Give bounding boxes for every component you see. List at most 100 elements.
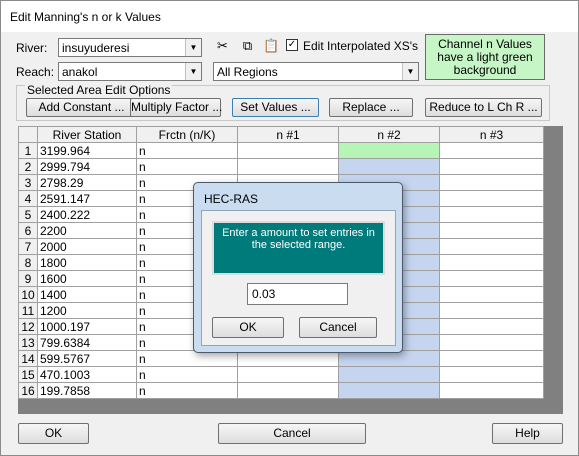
river-select[interactable]: insuyuderesi ▼ <box>58 38 202 57</box>
row-number[interactable]: 12 <box>18 318 38 335</box>
n3-cell[interactable] <box>439 318 544 335</box>
area-edit-group-title: Selected Area Edit Options <box>25 83 173 97</box>
river-station-cell[interactable]: 1600 <box>37 270 137 287</box>
amount-input[interactable] <box>247 283 348 305</box>
paste-icon[interactable]: 📋 <box>262 36 281 55</box>
dialog-title: HEC-RAS <box>204 192 259 206</box>
n1-cell[interactable] <box>237 142 339 159</box>
frctn-cell[interactable]: n <box>136 382 238 399</box>
edit-interpolated-label: Edit Interpolated XS's <box>303 39 419 53</box>
row-number[interactable]: 15 <box>18 366 38 383</box>
n3-cell[interactable] <box>439 222 544 239</box>
dialog-message: Enter a amount to set entries in the sel… <box>212 221 385 275</box>
dialog-cancel-button[interactable]: Cancel <box>299 317 377 338</box>
chevron-down-icon: ▼ <box>185 63 201 80</box>
river-station-cell[interactable]: 2999.794 <box>37 158 137 175</box>
n3-cell[interactable] <box>439 142 544 159</box>
n2-cell[interactable] <box>338 158 440 175</box>
row-number[interactable]: 9 <box>18 270 38 287</box>
chevron-down-icon: ▼ <box>185 39 201 56</box>
dialog-body: Enter a amount to set entries in the sel… <box>201 210 396 346</box>
n3-cell[interactable] <box>439 302 544 319</box>
n3-cell[interactable] <box>439 174 544 191</box>
river-value: insuyuderesi <box>62 41 130 55</box>
n2-cell[interactable] <box>338 382 440 399</box>
row-number[interactable]: 10 <box>18 286 38 303</box>
row-number[interactable]: 1 <box>18 142 38 159</box>
n3-cell[interactable] <box>439 382 544 399</box>
title-bar: Edit Manning's n or k Values <box>1 1 578 32</box>
help-button[interactable]: Help <box>492 423 563 444</box>
row-number[interactable]: 3 <box>18 174 38 191</box>
channel-note: Channel n Values have a light green back… <box>425 34 545 80</box>
col-header-n3[interactable]: n #3 <box>439 126 544 143</box>
scissors-icon[interactable]: ✂ <box>213 36 232 55</box>
edit-interpolated-checkbox[interactable]: ✓ <box>286 39 298 51</box>
n1-cell[interactable] <box>237 158 339 175</box>
river-station-cell[interactable]: 2798.29 <box>37 174 137 191</box>
row-number[interactable]: 4 <box>18 190 38 207</box>
window-title: Edit Manning's n or k Values <box>10 10 161 24</box>
frctn-cell[interactable]: n <box>136 142 238 159</box>
regions-value: All Regions <box>217 65 278 79</box>
n1-cell[interactable] <box>237 382 339 399</box>
river-station-cell[interactable]: 199.7858 <box>37 382 137 399</box>
river-station-cell[interactable]: 3199.964 <box>37 142 137 159</box>
reach-value: anakol <box>62 65 98 79</box>
copy-icon[interactable]: ⧉ <box>238 36 257 55</box>
n3-cell[interactable] <box>439 190 544 207</box>
regions-select[interactable]: All Regions ▼ <box>213 62 419 81</box>
river-station-cell[interactable]: 1000.197 <box>37 318 137 335</box>
n1-cell[interactable] <box>237 366 339 383</box>
ok-button[interactable]: OK <box>18 423 89 444</box>
reach-select[interactable]: anakol ▼ <box>58 62 202 81</box>
row-number[interactable]: 14 <box>18 350 38 367</box>
n2-cell[interactable] <box>338 366 440 383</box>
river-station-cell[interactable]: 799.6384 <box>37 334 137 351</box>
river-station-cell[interactable]: 599.5767 <box>37 350 137 367</box>
col-header-n2[interactable]: n #2 <box>338 126 440 143</box>
n3-cell[interactable] <box>439 158 544 175</box>
n3-cell[interactable] <box>439 270 544 287</box>
edit-mannings-window: Edit Manning's n or k Values River: insu… <box>0 0 579 456</box>
n2-cell[interactable] <box>338 142 440 159</box>
row-number[interactable]: 16 <box>18 382 38 399</box>
n3-cell[interactable] <box>439 206 544 223</box>
frctn-cell[interactable]: n <box>136 158 238 175</box>
reduce-button[interactable]: Reduce to L Ch R ... <box>425 98 542 117</box>
river-station-cell[interactable]: 2000 <box>37 238 137 255</box>
row-number[interactable]: 7 <box>18 238 38 255</box>
n3-cell[interactable] <box>439 366 544 383</box>
n3-cell[interactable] <box>439 286 544 303</box>
n3-cell[interactable] <box>439 238 544 255</box>
cancel-button[interactable]: Cancel <box>218 423 366 444</box>
river-station-cell[interactable]: 1400 <box>37 286 137 303</box>
row-number[interactable]: 6 <box>18 222 38 239</box>
n3-cell[interactable] <box>439 334 544 351</box>
row-number[interactable]: 8 <box>18 254 38 271</box>
col-header-river-station[interactable]: River Station <box>37 126 137 143</box>
add-constant-button[interactable]: Add Constant ... <box>26 98 137 117</box>
row-number[interactable]: 2 <box>18 158 38 175</box>
reach-label: Reach: <box>16 65 55 79</box>
col-header-frctn[interactable]: Frctn (n/K) <box>136 126 238 143</box>
river-station-cell[interactable]: 1800 <box>37 254 137 271</box>
col-header-n1[interactable]: n #1 <box>237 126 339 143</box>
set-values-button[interactable]: Set Values ... <box>232 98 319 117</box>
river-station-cell[interactable]: 470.1003 <box>37 366 137 383</box>
river-station-cell[interactable]: 1200 <box>37 302 137 319</box>
table-row: 15 470.1003 n <box>18 366 544 383</box>
dialog-ok-button[interactable]: OK <box>212 317 284 338</box>
row-number[interactable]: 13 <box>18 334 38 351</box>
replace-button[interactable]: Replace ... <box>329 98 413 117</box>
river-station-cell[interactable]: 2400.222 <box>37 206 137 223</box>
row-number[interactable]: 11 <box>18 302 38 319</box>
row-number[interactable]: 5 <box>18 206 38 223</box>
frctn-cell[interactable]: n <box>136 366 238 383</box>
header-row: River Station Frctn (n/K) n #1 n #2 n #3 <box>18 126 544 143</box>
n3-cell[interactable] <box>439 350 544 367</box>
multiply-factor-button[interactable]: Multiply Factor ... <box>130 98 222 117</box>
n3-cell[interactable] <box>439 254 544 271</box>
river-station-cell[interactable]: 2200 <box>37 222 137 239</box>
river-station-cell[interactable]: 2591.147 <box>37 190 137 207</box>
